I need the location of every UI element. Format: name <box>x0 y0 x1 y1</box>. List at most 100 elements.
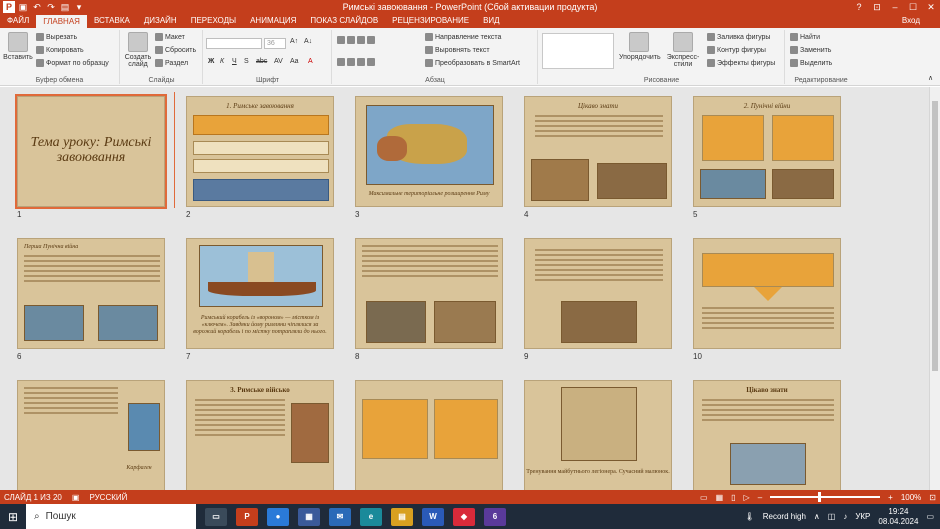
grow-font-button[interactable]: A↑ <box>290 38 298 45</box>
underline-button[interactable]: Ч <box>232 58 237 65</box>
slide-thumbnail-8[interactable] <box>355 238 503 349</box>
minimize-button[interactable]: – <box>886 0 904 14</box>
zoom-level[interactable]: 100% <box>901 493 921 502</box>
arrange-button[interactable]: Упорядочить <box>619 32 661 61</box>
font-color-button[interactable]: A <box>308 58 313 65</box>
reset-button[interactable]: Сбросить <box>155 46 196 54</box>
shape-outline-button[interactable]: Контур фигуры <box>707 46 766 54</box>
start-slideshow-icon[interactable]: ▤ <box>59 1 71 13</box>
select-button[interactable]: Выделить <box>790 59 832 67</box>
clock[interactable]: 19:24 08.04.2024 <box>878 507 918 527</box>
format-painter-button[interactable]: Формат по образцу <box>36 59 109 67</box>
change-case-button[interactable]: Aa <box>290 58 299 65</box>
paste-button[interactable]: Вставить <box>3 32 33 61</box>
word-app-icon[interactable]: W <box>422 507 444 526</box>
slide-thumbnail-4[interactable]: Цікаво знати <box>524 96 672 207</box>
slide-thumbnail-10[interactable] <box>693 238 841 349</box>
shadow-button[interactable]: S <box>244 58 249 65</box>
slide-thumbnail-14[interactable]: Тренування майбутнього легіонера. Сучасн… <box>524 380 672 490</box>
text-direction-button[interactable]: Направление текста <box>425 33 501 41</box>
slide-thumbnail-2[interactable]: 1. Римське завоювання <box>186 96 334 207</box>
shapes-gallery[interactable] <box>542 33 614 69</box>
slide-thumbnail-9[interactable] <box>524 238 672 349</box>
shrink-font-button[interactable]: A↓ <box>304 38 312 45</box>
cut-button[interactable]: Вырезать <box>36 33 77 41</box>
slide-thumbnail-12[interactable]: 3. Римське військо <box>186 380 334 490</box>
font-size-input[interactable]: 36 <box>264 38 286 49</box>
slide-thumbnail-3[interactable]: Максимальне територіальне розширення Рим… <box>355 96 503 207</box>
tab-transitions[interactable]: ПЕРЕХОДЫ <box>184 14 243 28</box>
tab-view[interactable]: ВИД <box>476 14 507 28</box>
slideshow-view-icon[interactable]: ▷ <box>744 493 750 502</box>
zoom-out-button[interactable]: – <box>758 493 762 502</box>
zoom-in-button[interactable]: + <box>888 493 893 502</box>
anydesk-app-icon[interactable]: ◆ <box>453 507 475 526</box>
explorer-app-icon[interactable]: ▤ <box>391 507 413 526</box>
slide-thumbnail-11[interactable]: Карфаген <box>17 380 165 490</box>
find-button[interactable]: Найти <box>790 33 820 41</box>
keyboard-language[interactable]: УКР <box>855 512 870 521</box>
undo-icon[interactable]: ↶ <box>31 1 43 13</box>
slide-thumbnail-15[interactable]: Цікаво знати <box>693 380 841 490</box>
tab-insert[interactable]: ВСТАВКА <box>87 14 137 28</box>
reading-view-icon[interactable]: ▯ <box>731 493 735 502</box>
layout-button[interactable]: Макет <box>155 33 185 41</box>
help-button[interactable]: ? <box>850 0 868 14</box>
weather-text[interactable]: Record high <box>763 512 806 521</box>
fit-to-window-icon[interactable]: ⊡ <box>929 493 936 502</box>
tray-expand-icon[interactable]: ∧ <box>814 512 820 521</box>
tab-animations[interactable]: АНИМАЦИЯ <box>243 14 303 28</box>
align-text-button[interactable]: Выровнять текст <box>425 46 490 54</box>
task-view-icon[interactable]: ▭ <box>205 507 227 526</box>
tab-design[interactable]: ДИЗАЙН <box>137 14 184 28</box>
tab-slideshow[interactable]: ПОКАЗ СЛАЙДОВ <box>303 14 385 28</box>
replace-button[interactable]: Заменить <box>790 46 831 54</box>
shape-effects-button[interactable]: Эффекты фигуры <box>707 59 775 67</box>
slide-thumbnail-5[interactable]: 2. Пунічні війни <box>693 96 841 207</box>
section-button[interactable]: Раздел <box>155 59 188 67</box>
close-button[interactable]: ✕ <box>922 0 940 14</box>
shape-fill-button[interactable]: Заливка фигуры <box>707 33 770 41</box>
store-app-icon[interactable]: ▦ <box>298 507 320 526</box>
font-name-input[interactable] <box>206 38 262 49</box>
chrome-app-icon[interactable]: ● <box>267 507 289 526</box>
signin-link[interactable]: Вход <box>902 14 920 28</box>
ribbon-display-button[interactable]: ⊡ <box>868 0 886 14</box>
italic-button[interactable]: К <box>220 58 224 65</box>
strikethrough-button[interactable]: abc <box>256 58 267 65</box>
proofing-icon[interactable]: ▣ <box>72 493 80 502</box>
slide-thumbnail-1[interactable]: Тема уроку: Римські завоювання <box>15 94 167 209</box>
smartart-button[interactable]: Преобразовать в SmartArt <box>425 59 520 67</box>
tab-home[interactable]: ГЛАВНАЯ <box>36 15 87 28</box>
quick-styles-button[interactable]: Экспресс-стили <box>663 32 703 68</box>
slide-thumbnail-6[interactable]: Перша Пунічна війна <box>17 238 165 349</box>
slide-thumbnail-13[interactable] <box>355 380 503 490</box>
copy-button[interactable]: Копировать <box>36 46 84 54</box>
normal-view-icon[interactable]: ▭ <box>700 493 708 502</box>
collapse-ribbon-icon[interactable]: ∧ <box>928 74 933 82</box>
tab-review[interactable]: РЕЦЕНЗИРОВАНИЕ <box>385 14 476 28</box>
windows-start-icon[interactable]: ⊞ <box>0 504 26 529</box>
language-indicator[interactable]: РУССКИЙ <box>89 493 127 502</box>
powerpoint-app-icon[interactable]: P <box>236 507 258 526</box>
bullets-button[interactable] <box>337 36 375 44</box>
tab-file[interactable]: ФАЙЛ <box>0 14 37 28</box>
save-icon[interactable]: ▣ <box>17 1 29 13</box>
zoom-slider[interactable] <box>770 492 881 502</box>
redo-icon[interactable]: ↷ <box>45 1 57 13</box>
scrollbar-thumb[interactable] <box>932 101 938 371</box>
char-spacing-button[interactable]: AV <box>274 58 283 65</box>
mail-app-icon[interactable]: ✉ <box>329 507 351 526</box>
viber-app-icon[interactable]: 6 <box>484 507 506 526</box>
new-slide-button[interactable]: Создать слайд <box>123 32 153 68</box>
taskbar-search[interactable]: ⌕ Пошук <box>26 504 196 529</box>
slide-sorter-view-icon[interactable]: ▦ <box>716 493 724 502</box>
vertical-scrollbar[interactable] <box>929 87 940 490</box>
volume-icon[interactable]: ♪ <box>843 512 847 521</box>
edge-app-icon[interactable]: e <box>360 507 382 526</box>
align-buttons[interactable] <box>337 58 375 66</box>
slide-thumbnail-7[interactable]: Римський корабель із «вороном» — містком… <box>186 238 334 349</box>
network-icon[interactable]: ◫ <box>828 512 836 521</box>
bold-button[interactable]: Ж <box>208 58 214 65</box>
customize-qat-icon[interactable]: ▾ <box>73 1 85 13</box>
